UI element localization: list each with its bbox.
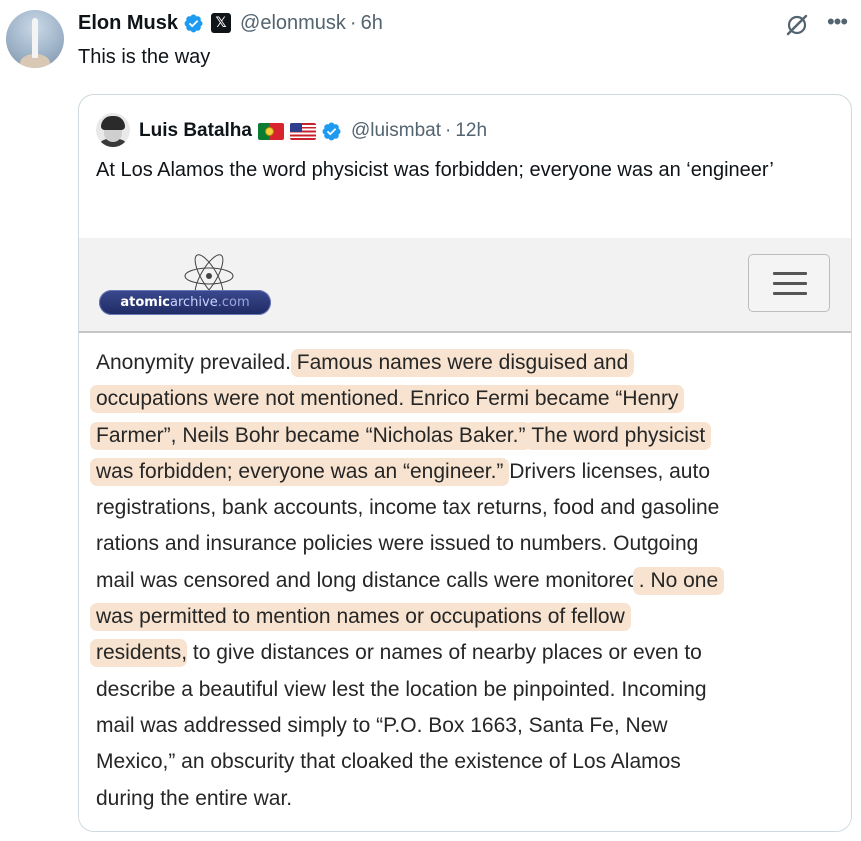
attached-article-image[interactable]: atomicarchive.com Anonymity prevailed. F… <box>79 238 851 831</box>
highlighted-text: Farmer”, Neils Bohr became “Nicholas Bak… <box>90 421 532 450</box>
quoted-tweet[interactable]: Luis Batalha @luismbat · 12h At Los Alam… <box>78 94 852 832</box>
hamburger-menu-icon[interactable] <box>748 254 830 312</box>
article-text: Anonymity prevailed. Famous names were d… <box>90 345 836 817</box>
separator-dot: · <box>445 120 452 141</box>
plain-text: describe a beautiful view lest the locat… <box>96 677 707 701</box>
highlighted-text: The word physicist <box>525 421 712 450</box>
quoted-tweet-header: Luis Batalha @luismbat · 12h <box>139 119 487 143</box>
quoted-author-handle[interactable]: @luismbat <box>351 120 441 142</box>
grok-icon[interactable] <box>784 12 810 38</box>
quoted-author-avatar[interactable] <box>96 113 130 147</box>
highlighted-text: residents <box>90 639 188 668</box>
article-line: rations and insurance policies were issu… <box>96 526 836 562</box>
plain-text: mail was censored and long distance call… <box>96 568 639 592</box>
plain-text: Mexico,” an obscurity that cloaked the e… <box>96 750 681 774</box>
article-line: during the entire war. <box>96 781 836 817</box>
plain-text: Drivers licenses, auto <box>503 459 710 483</box>
highlighted-text: Famous names were disguised and <box>290 349 635 377</box>
tweet-time[interactable]: 6h <box>361 12 383 35</box>
verified-icon <box>322 122 341 140</box>
plain-text: Anonymity prevailed. <box>96 351 297 374</box>
article-line: residents, to give distances or names of… <box>90 635 836 671</box>
plain-text: registrations, bank accounts, income tax… <box>96 496 720 520</box>
article-line: was permitted to mention names or occupa… <box>90 599 836 635</box>
logo-part-archive: archive <box>170 295 218 310</box>
highlighted-text: . No one <box>632 566 725 595</box>
article-line: mail was addressed simply to “P.O. Box 1… <box>96 708 836 744</box>
plain-text: mail was addressed simply to “P.O. Box 1… <box>96 713 668 737</box>
author-handle[interactable]: @elonmusk <box>240 12 346 35</box>
tweet-header: Elon Musk 𝕏 @elonmusk · 6h <box>78 10 383 36</box>
article-line: was forbidden; everyone was an “engineer… <box>90 454 836 490</box>
site-header: atomicarchive.com <box>79 238 851 333</box>
highlighted-text: was permitted to mention names or occupa… <box>90 603 631 632</box>
usa-flag-icon <box>289 122 316 140</box>
plain-text: rations and insurance policies were issu… <box>96 532 699 556</box>
plain-text: , to give distances or names of nearby p… <box>181 641 702 665</box>
logo-part-com: .com <box>217 295 250 310</box>
article-line: Farmer”, Neils Bohr became “Nicholas Bak… <box>90 418 836 454</box>
plain-text: during the entire war. <box>96 786 293 810</box>
quoted-tweet-text: At Los Alamos the word physicist was for… <box>96 159 774 181</box>
article-line: occupations were not mentioned. Enrico F… <box>90 381 836 417</box>
author-avatar[interactable] <box>6 10 64 68</box>
article-line: Anonymity prevailed. Famous names were d… <box>96 345 836 381</box>
highlighted-text: occupations were not mentioned. Enrico F… <box>90 385 685 414</box>
article-line: registrations, bank accounts, income tax… <box>96 490 836 526</box>
more-options-icon[interactable]: ••• <box>824 9 850 35</box>
logo-part-atomic: atomic <box>120 295 170 310</box>
tweet-text: This is the way <box>78 46 211 68</box>
portugal-flag-icon <box>257 122 284 140</box>
article-line: describe a beautiful view lest the locat… <box>96 672 836 708</box>
quoted-tweet-time[interactable]: 12h <box>455 120 487 142</box>
article-line: Mexico,” an obscurity that cloaked the e… <box>96 744 836 780</box>
quoted-author-name[interactable]: Luis Batalha <box>139 120 252 142</box>
author-name[interactable]: Elon Musk <box>78 12 178 35</box>
x-logo-icon: 𝕏 <box>211 13 232 33</box>
highlighted-text: was forbidden; everyone was an “engineer… <box>90 457 510 486</box>
site-logo[interactable]: atomicarchive.com <box>99 290 271 315</box>
verified-icon <box>184 14 203 32</box>
separator-dot: · <box>349 11 357 34</box>
article-line: mail was censored and long distance call… <box>96 563 836 599</box>
